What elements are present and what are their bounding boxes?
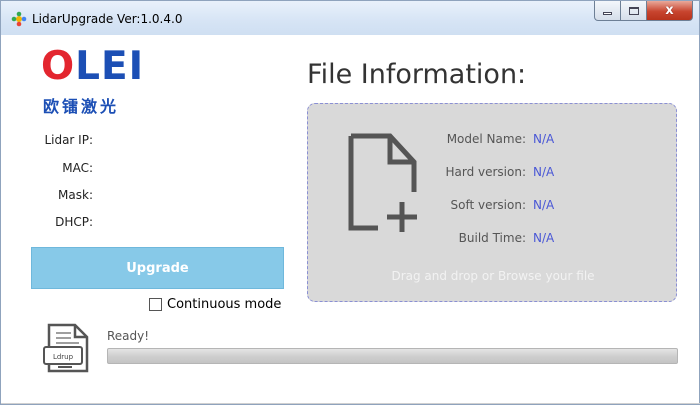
title-bar[interactable]: LidarUpgrade Ver:1.0.4.0 x bbox=[1, 1, 699, 35]
soft-version-label: Soft version: bbox=[450, 198, 527, 212]
window-title: LidarUpgrade Ver:1.0.4.0 bbox=[32, 12, 183, 26]
status-text: Ready! bbox=[107, 329, 150, 343]
mask-label: Mask: bbox=[58, 188, 93, 202]
ldrup-file-icon: Ldrup bbox=[43, 323, 89, 373]
maximize-button[interactable] bbox=[621, 1, 647, 21]
lidar-ip-label: Lidar IP: bbox=[44, 133, 93, 147]
continuous-mode-option[interactable]: Continuous mode bbox=[149, 297, 281, 312]
olei-logo: OLEI 欧镭激光 bbox=[41, 47, 161, 119]
logo-subtitle: 欧镭激光 bbox=[43, 97, 120, 116]
build-time-label: Build Time: bbox=[458, 231, 526, 245]
dhcp-label: DHCP: bbox=[55, 215, 93, 229]
window-controls: x bbox=[594, 1, 693, 23]
bottom-divider bbox=[1, 403, 700, 404]
hard-version-label: Hard version: bbox=[445, 165, 526, 179]
file-information-title: File Information: bbox=[307, 59, 527, 90]
model-name-value: N/A bbox=[533, 132, 555, 146]
file-drop-zone[interactable]: Model Name: N/A Hard version: N/A Soft v… bbox=[307, 103, 677, 302]
continuous-mode-label: Continuous mode bbox=[167, 297, 282, 312]
drop-hint[interactable]: Drag and drop or Browse your file bbox=[308, 269, 678, 283]
minimize-icon bbox=[603, 12, 612, 15]
progress-bar bbox=[107, 348, 678, 364]
close-button[interactable]: x bbox=[647, 1, 693, 21]
maximize-icon bbox=[628, 6, 639, 15]
add-file-icon bbox=[348, 133, 417, 232]
upgrade-button[interactable]: Upgrade bbox=[31, 247, 284, 289]
ldrup-icon-label: Ldrup bbox=[53, 353, 74, 361]
mac-label: MAC: bbox=[62, 161, 93, 175]
logo-lei: LEI bbox=[75, 44, 145, 89]
hard-version-value: N/A bbox=[533, 165, 555, 179]
continuous-mode-checkbox[interactable] bbox=[149, 298, 162, 311]
app-window: LidarUpgrade Ver:1.0.4.0 x OLEI 欧镭激光 Lid… bbox=[0, 0, 700, 405]
build-time-value: N/A bbox=[533, 231, 555, 245]
app-icon bbox=[11, 11, 27, 27]
logo-wordmark: OLEI bbox=[41, 47, 144, 87]
model-name-label: Model Name: bbox=[446, 132, 526, 146]
soft-version-value: N/A bbox=[533, 198, 555, 212]
logo-o: O bbox=[41, 44, 76, 89]
minimize-button[interactable] bbox=[594, 1, 621, 21]
close-icon: x bbox=[665, 3, 674, 18]
